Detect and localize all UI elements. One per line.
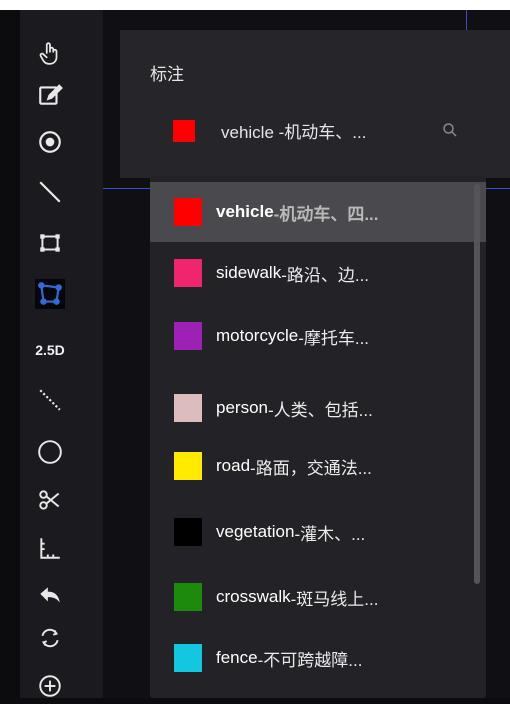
- selected-label-text: vehicle -机动车、...: [221, 123, 367, 142]
- rotate-button[interactable]: [20, 620, 80, 656]
- option-description: -机动车、四...: [273, 204, 379, 224]
- rectangle-icon: [40, 234, 60, 252]
- mode-2-5d-button[interactable]: 2.5D: [20, 332, 80, 368]
- annotation-panel: 标注 vehicle -机动车、...: [120, 30, 510, 178]
- color-swatch: [174, 198, 202, 226]
- option-name: person: [216, 398, 268, 417]
- option-description: -路面，交通法...: [250, 458, 372, 478]
- option-name: sidewalk: [216, 263, 282, 282]
- label-dropdown: vehicle -机动车、四... sidewalk -路沿、边... motorc…: [150, 176, 486, 698]
- color-swatch: [174, 259, 202, 287]
- circle-tool-button[interactable]: [20, 434, 80, 470]
- color-swatch: [174, 394, 202, 422]
- polygon-tool-button[interactable]: [20, 276, 80, 312]
- option-name: vehicle: [216, 202, 274, 221]
- undo-icon: [40, 587, 60, 603]
- color-swatch: [174, 322, 202, 350]
- hand-tool-button[interactable]: [20, 35, 80, 71]
- option-name: motorcycle: [216, 326, 299, 345]
- edit-tool-button[interactable]: [20, 77, 80, 113]
- scissors-icon: [39, 490, 60, 510]
- selected-color-swatch: [173, 119, 195, 142]
- undo-button[interactable]: [20, 578, 80, 614]
- line-icon: [39, 181, 61, 203]
- option-description: -人类、包括...: [267, 400, 373, 420]
- mode-2-5d-label: 2.5D: [35, 342, 65, 358]
- edit-icon: [39, 84, 63, 105]
- label-option-person[interactable]: person -人类、包括...: [150, 378, 486, 438]
- option-name: vegetation: [216, 522, 295, 541]
- search-icon[interactable]: [442, 122, 458, 138]
- color-swatch: [174, 583, 202, 611]
- measure-tool-button[interactable]: [20, 530, 80, 566]
- label-option-vehicle[interactable]: vehicle -机动车、四...: [150, 182, 486, 242]
- ruler-icon: [40, 538, 60, 559]
- option-description: -摩托车...: [298, 328, 370, 348]
- point-icon: [39, 131, 61, 153]
- tool-sidebar: 2.5D: [20, 10, 103, 698]
- rotate-icon: [41, 628, 59, 648]
- polygon-icon: [38, 282, 62, 305]
- top-strip: [0, 0, 510, 10]
- cut-tool-button[interactable]: [20, 482, 80, 518]
- add-button[interactable]: [20, 668, 80, 704]
- option-description: -不可跨越障...: [257, 650, 363, 670]
- circle-icon: [38, 440, 62, 464]
- dashed-line-icon: [39, 389, 61, 411]
- dropdown-scrollbar[interactable]: [474, 184, 480, 584]
- option-name: fence: [216, 648, 258, 667]
- add-circle-icon: [39, 675, 61, 697]
- option-description: -路沿、边...: [281, 265, 370, 285]
- label-option-fence[interactable]: fence -不可跨越障...: [150, 628, 486, 688]
- option-description: -斑马线上...: [290, 589, 379, 609]
- dashed-line-tool-button[interactable]: [20, 382, 80, 418]
- option-name: road: [216, 456, 251, 475]
- line-tool-button[interactable]: [20, 174, 80, 210]
- label-option-sidewalk[interactable]: sidewalk -路沿、边...: [150, 243, 486, 303]
- panel-title: 标注: [150, 65, 184, 84]
- option-name: crosswalk: [216, 587, 291, 606]
- label-option-motorcycle[interactable]: motorcycle -摩托车...: [150, 306, 486, 366]
- hand-icon: [39, 42, 58, 65]
- option-description: -灌木、...: [294, 524, 366, 544]
- color-swatch: [174, 452, 202, 480]
- point-tool-button[interactable]: [20, 124, 80, 160]
- label-select[interactable]: vehicle -机动车、...: [173, 118, 366, 143]
- label-option-crosswalk[interactable]: crosswalk -斑马线上...: [150, 567, 486, 627]
- rectangle-tool-button[interactable]: [20, 225, 80, 261]
- label-option-vegetation[interactable]: vegetation -灌木、...: [150, 502, 486, 562]
- color-swatch: [174, 644, 202, 672]
- color-swatch: [174, 518, 202, 546]
- label-option-road[interactable]: road -路面，交通法...: [150, 436, 486, 496]
